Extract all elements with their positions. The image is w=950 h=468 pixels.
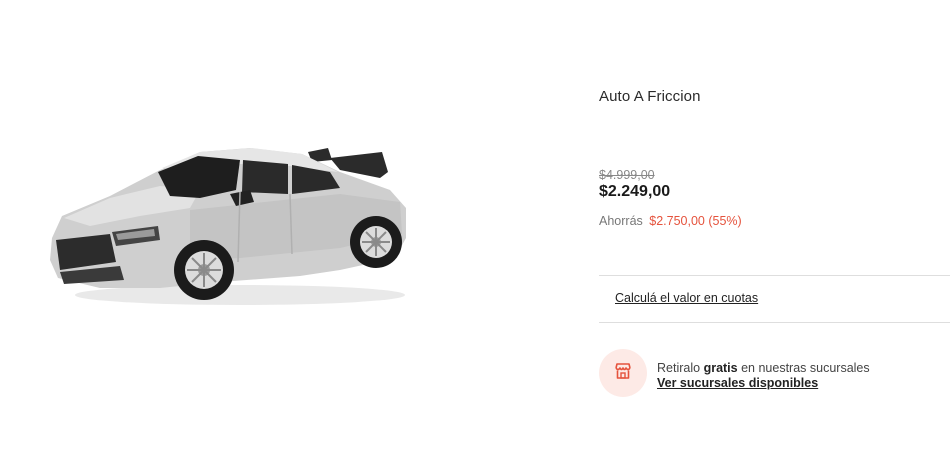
view-stores-link[interactable]: Ver sucursales disponibles [657,376,818,390]
store-icon [613,361,633,386]
product-info-panel: Auto A Friccion $4.999,00 $2.249,00 Ahor… [599,0,950,468]
product-page: Auto A Friccion $4.999,00 $2.249,00 Ahor… [0,0,950,468]
product-image[interactable] [40,130,420,320]
savings-line: Ahorrás $2.750,00 (55%) [599,214,742,228]
divider [599,275,950,276]
store-badge [599,349,647,397]
current-price: $2.249,00 [599,183,671,200]
divider [599,322,950,323]
savings-label: Ahorrás [599,214,643,228]
installments-link[interactable]: Calculá el valor en cuotas [615,291,758,305]
pickup-free-label: gratis [703,361,738,375]
savings-amount: $2.750,00 (55%) [649,214,742,228]
pickup-text: Retiralo gratis en nuestras sucursales [657,361,870,375]
car-illustration [50,148,406,305]
original-price: $4.999,00 [599,168,655,182]
product-title: Auto A Friccion [599,88,701,105]
